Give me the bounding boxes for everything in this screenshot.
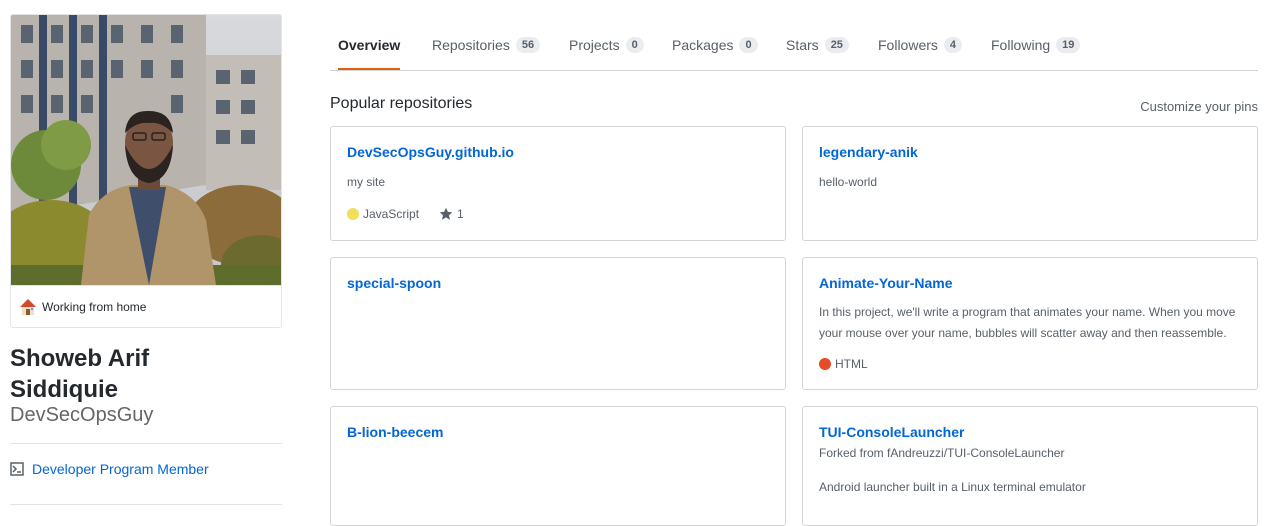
repo-description: Android launcher built in a Linux termin…	[819, 480, 1086, 494]
tab-counter: 0	[739, 36, 758, 53]
language-color-dot	[347, 208, 359, 220]
tab-label: Stars	[786, 36, 819, 53]
tab-followers[interactable]: Followers 4	[878, 20, 963, 69]
tab-label: Followers	[878, 36, 938, 53]
repo-card: legendary-anik hello-world	[802, 126, 1258, 241]
repo-card: Animate-Your-Name In this project, we'll…	[802, 257, 1258, 390]
tab-packages[interactable]: Packages 0	[672, 20, 758, 69]
repo-stars[interactable]: 1	[457, 207, 464, 221]
developer-program-label: Developer Program Member	[32, 461, 209, 477]
tab-label: Packages	[672, 36, 734, 53]
tab-projects[interactable]: Projects 0	[569, 20, 644, 69]
repo-name-link[interactable]: B-lion-beecem	[347, 424, 443, 440]
tab-label: Following	[991, 36, 1051, 53]
repo-description: my site	[347, 175, 386, 189]
tab-repositories[interactable]: Repositories 56	[432, 20, 541, 69]
popular-repos-heading: Popular repositories	[330, 95, 473, 112]
repo-name-link[interactable]: DevSecOpsGuy.github.io	[347, 144, 514, 160]
profile-name-line2: Siddiquie	[10, 376, 118, 403]
repo-name-link[interactable]: TUI-ConsoleLauncher	[819, 424, 964, 440]
tab-following[interactable]: Following 19	[991, 20, 1081, 69]
profile-name-line1: Showeb Arif	[10, 345, 150, 372]
status-text: Working from home	[42, 299, 147, 314]
star-icon	[439, 207, 453, 220]
profile-tabs: Overview Repositories 56 Projects 0 Pack…	[330, 20, 1258, 71]
repo-card: TUI-ConsoleLauncher Forked from fAndreuz…	[802, 406, 1258, 526]
developer-program-badge[interactable]: Developer Program Member	[10, 461, 209, 477]
developer-program-icon	[10, 462, 24, 476]
divider	[10, 443, 282, 444]
repo-language: HTML	[835, 357, 868, 371]
repo-description: hello-world	[819, 175, 878, 189]
customize-pins-link[interactable]: Customize your pins	[1140, 99, 1258, 114]
user-status[interactable]: Working from home	[11, 285, 281, 327]
tab-counter: 0	[625, 36, 644, 53]
tab-counter: 4	[943, 36, 963, 53]
tab-label: Projects	[569, 36, 620, 53]
tab-label: Repositories	[432, 36, 510, 53]
tab-label: Overview	[338, 36, 401, 53]
repo-name-link[interactable]: special-spoon	[347, 275, 441, 291]
repo-meta: HTML	[819, 357, 868, 371]
tab-counter: 19	[1056, 36, 1081, 53]
repo-description: In this project, we'll write a program t…	[819, 305, 1236, 340]
repo-card: B-lion-beecem	[330, 406, 786, 526]
house-icon	[20, 298, 36, 315]
tab-counter: 56	[515, 36, 541, 53]
avatar[interactable]	[11, 15, 281, 285]
language-color-dot	[819, 358, 831, 370]
tab-overview[interactable]: Overview	[338, 20, 401, 70]
repo-card: special-spoon	[330, 257, 786, 390]
repo-card: DevSecOpsGuy.github.io my site JavaScrip…	[330, 126, 786, 241]
tab-counter: 25	[824, 36, 849, 53]
repo-name-link[interactable]: Animate-Your-Name	[819, 275, 953, 291]
profile-full-name: Showeb Arif Siddiquie	[10, 343, 280, 405]
repo-name-link[interactable]: legendary-anik	[819, 144, 918, 160]
repo-language: JavaScript	[363, 207, 420, 221]
tab-stars[interactable]: Stars 25	[786, 20, 849, 69]
divider	[10, 504, 282, 505]
repo-meta: JavaScript 1	[347, 207, 464, 221]
repo-forked-from[interactable]: Forked from fAndreuzzi/TUI-ConsoleLaunch…	[819, 446, 1064, 460]
profile-login: DevSecOpsGuy	[10, 404, 154, 426]
avatar-card: Working from home	[10, 14, 282, 328]
